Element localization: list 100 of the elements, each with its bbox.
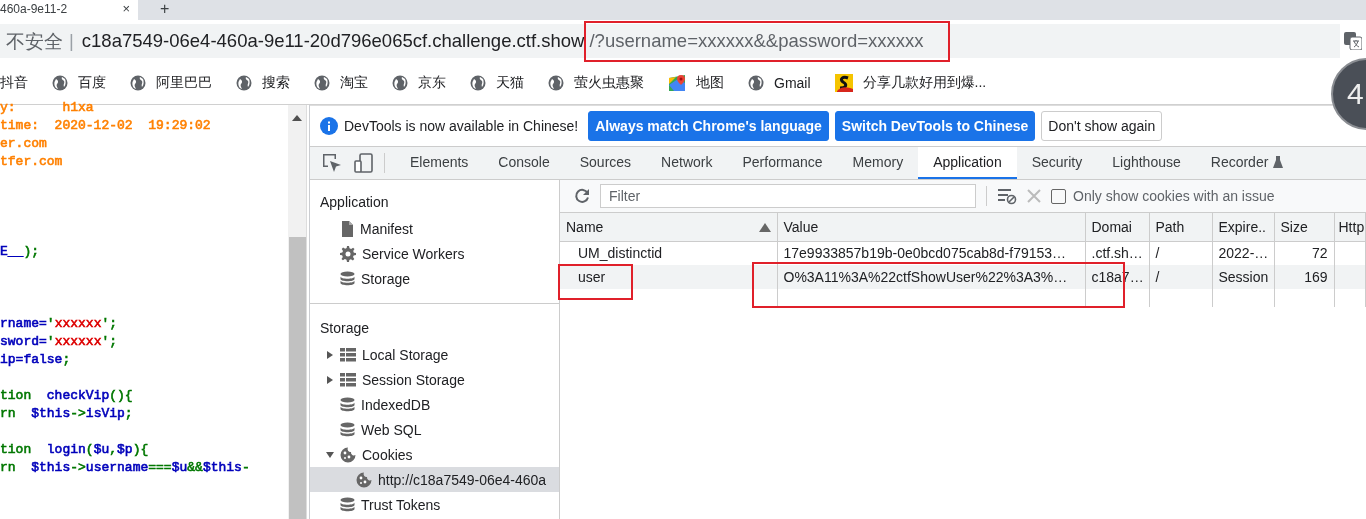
column-header[interactable]: Value bbox=[777, 213, 1085, 241]
devtools-tab[interactable]: Memory bbox=[837, 147, 919, 179]
code-line: rname='xxxxxx'; bbox=[0, 315, 119, 333]
column-header[interactable]: Path bbox=[1149, 213, 1212, 241]
globe-icon bbox=[748, 75, 764, 91]
globe-icon bbox=[470, 75, 486, 91]
sidebar-item[interactable]: Cookies bbox=[310, 442, 559, 467]
clear-filtered-icon bbox=[997, 187, 1017, 205]
code-line: er.com bbox=[0, 135, 48, 153]
close-icon[interactable]: × bbox=[122, 1, 130, 17]
code-line: rn $this->isVip; bbox=[0, 405, 134, 423]
globe-icon bbox=[236, 75, 252, 91]
sidebar-item[interactable]: Trust Tokens bbox=[310, 492, 559, 517]
code-line: tfer.com bbox=[0, 153, 64, 171]
table-cell: user bbox=[560, 265, 777, 289]
info-button[interactable]: Always match Chrome's language bbox=[588, 111, 829, 141]
tab-title: 460a-9e11-2 bbox=[0, 2, 68, 16]
devtools-tab[interactable]: Console bbox=[483, 147, 565, 179]
sidebar-item[interactable]: Web SQL bbox=[310, 417, 559, 442]
devtools-tab[interactable]: Performance bbox=[727, 147, 838, 179]
separator-text: | bbox=[69, 30, 74, 52]
sort-arrow-icon bbox=[758, 223, 771, 232]
grid-icon bbox=[340, 372, 356, 387]
column-header[interactable]: Expire.. bbox=[1212, 213, 1274, 241]
bookmark[interactable]: 抖音 bbox=[0, 74, 28, 92]
grid-icon bbox=[340, 347, 356, 362]
info-button[interactable]: Don't show again bbox=[1041, 111, 1163, 141]
devtools-tab[interactable]: Lighthouse bbox=[1097, 147, 1196, 179]
sidebar-item[interactable]: Service Workers bbox=[310, 241, 559, 266]
inspect-icon bbox=[322, 153, 342, 173]
database-icon bbox=[340, 421, 355, 438]
devtools-tab[interactable]: Elements bbox=[395, 147, 484, 179]
count-badge[interactable]: 4 bbox=[1331, 58, 1366, 130]
browser-tab[interactable]: 460a-9e11-2 × bbox=[0, 0, 138, 20]
devtools-tab[interactable]: Recorder bbox=[1195, 147, 1299, 179]
table-cell: Session bbox=[1212, 265, 1274, 289]
code-line: y: h1xa bbox=[0, 99, 95, 117]
globe-icon bbox=[314, 75, 330, 91]
sidebar-item[interactable]: IndexedDB bbox=[310, 392, 559, 417]
globe-icon bbox=[548, 75, 564, 91]
security-label: 不安全 bbox=[6, 29, 63, 54]
checkbox[interactable] bbox=[1051, 188, 1066, 204]
code-line: sword='xxxxxx'; bbox=[0, 333, 119, 351]
file-icon bbox=[340, 220, 354, 237]
scroll-up-icon bbox=[292, 115, 302, 121]
database-icon bbox=[340, 396, 355, 413]
globe-icon bbox=[52, 75, 68, 91]
code-line: tion checkVip(){ bbox=[0, 387, 134, 405]
sidebar-item[interactable]: http://c18a7549-06e4-460a bbox=[310, 467, 559, 492]
translate-icon bbox=[1344, 32, 1362, 50]
section-heading: Application bbox=[319, 193, 390, 212]
info-button[interactable]: Switch DevTools to Chinese bbox=[834, 111, 1036, 141]
filter-field[interactable]: Filter bbox=[600, 184, 976, 208]
column-header[interactable]: Domai bbox=[1085, 213, 1149, 241]
column-header[interactable]: Http bbox=[1334, 213, 1366, 241]
devtools-tab[interactable]: Network bbox=[646, 147, 728, 179]
code-line: time: 2020-12-02 19:29:02 bbox=[0, 117, 212, 135]
bookmark[interactable]: 萤火虫惠聚 bbox=[548, 74, 644, 92]
code-line: tion login($u,$p){ bbox=[0, 441, 150, 459]
section-heading: Storage bbox=[319, 319, 371, 338]
code-line: ip=false; bbox=[0, 351, 72, 369]
devtools-tab[interactable]: Sources bbox=[564, 147, 647, 179]
table-cell: / bbox=[1149, 265, 1212, 289]
code-line: rn $this->username===$u&&$this- bbox=[0, 459, 251, 477]
bookmark[interactable]: Gmail bbox=[748, 75, 811, 91]
bookmark[interactable]: 京东 bbox=[392, 74, 446, 92]
sidebar-item[interactable]: Local Storage bbox=[310, 342, 559, 367]
column-header[interactable]: Size bbox=[1274, 213, 1334, 241]
code-line: E__); bbox=[0, 243, 40, 261]
checkbox-label: Only show cookies with an issue bbox=[1073, 188, 1275, 204]
logo-icon bbox=[834, 74, 853, 92]
bookmark[interactable]: 百度 bbox=[52, 74, 106, 92]
bookmark[interactable]: 淘宝 bbox=[314, 74, 368, 92]
info-icon bbox=[320, 117, 338, 135]
database-icon bbox=[340, 270, 355, 287]
bookmark[interactable]: 地图 bbox=[668, 74, 724, 92]
table-cell: O%3A11%3A%22ctfShowUser%22%3A3%… bbox=[777, 265, 1085, 289]
new-tab-button[interactable]: + bbox=[160, 0, 170, 18]
bookmark[interactable]: 搜索 bbox=[236, 74, 290, 92]
sidebar-item[interactable]: Manifest bbox=[310, 216, 559, 241]
sidebar-item[interactable]: Storage bbox=[310, 266, 559, 291]
cookie-icon bbox=[340, 446, 356, 463]
globe-icon bbox=[130, 75, 146, 91]
gear-icon bbox=[340, 245, 356, 262]
devtools-tab[interactable]: Application bbox=[918, 147, 1017, 179]
column-header[interactable]: Name bbox=[560, 213, 777, 241]
cookie-icon bbox=[356, 471, 372, 488]
close-icon bbox=[1027, 189, 1041, 203]
address-field[interactable]: 不安全 | c18a7549-06e4-460a-9e11-20d796e065cf.challenge.ctf.show /?username=xxxxxx&&password=xxxxxx bbox=[0, 24, 1340, 58]
bookmark[interactable]: 天猫 bbox=[470, 74, 524, 92]
database-icon bbox=[340, 496, 355, 513]
url-path: /?username=xxxxxx&&password=xxxxxx bbox=[589, 30, 924, 52]
table-cell: 169 bbox=[1274, 265, 1334, 289]
sidebar-item[interactable]: Session Storage bbox=[310, 367, 559, 392]
scrollbar-thumb[interactable] bbox=[288, 237, 306, 519]
info-message: DevTools is now available in Chinese! bbox=[344, 118, 579, 134]
devtools-tab[interactable]: Security bbox=[1016, 147, 1098, 179]
bookmark[interactable]: 阿里巴巴 bbox=[130, 74, 212, 92]
bookmark[interactable]: 分享几款好用到爆... bbox=[834, 74, 987, 92]
refresh-icon bbox=[574, 188, 590, 204]
